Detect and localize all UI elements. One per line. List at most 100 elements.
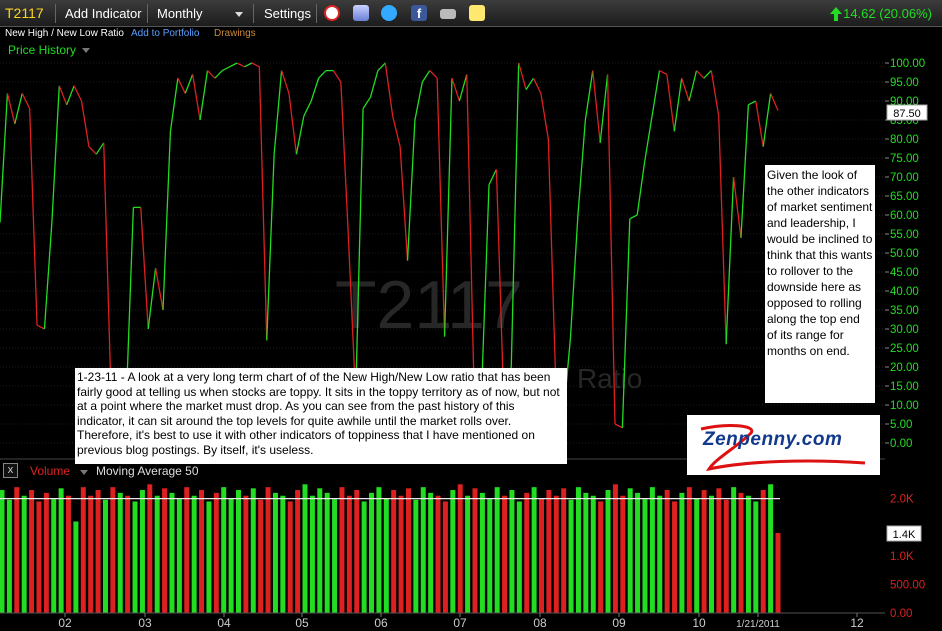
price-segment: [629, 214, 638, 220]
volume-bar: [479, 492, 485, 613]
volume-bar: [768, 484, 774, 613]
volume-bars: [0, 484, 781, 613]
volume-bar: [539, 498, 545, 613]
price-segment: [221, 66, 230, 72]
volume-bar: [369, 492, 375, 613]
price-segment: [399, 146, 409, 261]
volume-bar: [243, 495, 249, 613]
volume-bar: [568, 499, 574, 613]
volume-axis-label: 1.0K: [890, 551, 914, 563]
volume-bar: [102, 499, 108, 613]
volume-bar: [494, 487, 500, 613]
chevron-down-icon[interactable]: [80, 470, 88, 475]
volume-bar: [531, 487, 537, 613]
time-axis-label: 07: [453, 616, 467, 630]
price-segment: [599, 74, 609, 143]
price-segment: [703, 70, 712, 79]
volume-bar: [80, 487, 86, 613]
side-annotation: Given the look of the other indicators o…: [765, 165, 875, 403]
price-axis-label: 10.00: [890, 400, 919, 412]
price-segment: [755, 100, 764, 147]
volume-bar: [649, 487, 655, 613]
price-segment: [688, 70, 698, 102]
volume-bar: [672, 501, 678, 613]
volume-bar: [760, 490, 766, 613]
price-segment: [303, 100, 312, 117]
close-icon[interactable]: x: [3, 463, 18, 478]
price-segment: [73, 85, 83, 102]
price-segment: [569, 214, 579, 337]
volume-bar: [309, 495, 315, 613]
price-segment: [28, 108, 38, 326]
price-segment: [458, 74, 468, 102]
volume-bar: [561, 488, 567, 613]
volume-bar: [583, 492, 589, 613]
price-axis-label: 25.00: [890, 343, 919, 355]
time-axis-label: 10: [692, 616, 706, 630]
price-segment: [43, 222, 53, 330]
volume-bar: [346, 495, 352, 613]
price-segment: [673, 78, 683, 132]
price-segment: [184, 74, 194, 94]
volume-bar: [6, 499, 12, 613]
volume-bar: [413, 499, 419, 613]
price-segment: [414, 81, 423, 121]
volume-bar: [66, 495, 72, 613]
volume-bar: [176, 499, 182, 613]
price-segment: [266, 154, 275, 341]
volume-bar: [708, 495, 714, 613]
price-segment: [147, 268, 157, 330]
price-segment: [377, 62, 386, 72]
volume-bar: [95, 490, 101, 613]
price-segment: [273, 70, 283, 155]
price-axis-label: 0.00: [890, 438, 912, 450]
price-axis-label: 95.00: [890, 77, 919, 89]
price-segment: [406, 119, 416, 261]
volume-bar: [590, 495, 596, 613]
volume-bar: [679, 492, 685, 613]
volume-bar: [686, 487, 692, 613]
price-segment: [584, 70, 594, 121]
volume-bar: [472, 488, 478, 613]
price-segment: [21, 93, 31, 109]
price-segment: [525, 77, 535, 90]
price-segment: [80, 100, 90, 147]
volume-axis-label: 0.00: [890, 608, 912, 620]
price-segment: [392, 116, 401, 147]
price-segment: [207, 70, 216, 79]
price-axis-label: 15.00: [890, 381, 919, 393]
volume-bar: [657, 495, 663, 613]
price-segment: [88, 146, 97, 155]
price-segment: [666, 74, 675, 132]
time-axis-label: 12: [850, 616, 864, 630]
price-segment: [429, 70, 438, 79]
price-segment: [355, 108, 364, 398]
price-axis-label: 40.00: [890, 286, 919, 298]
volume-bar: [51, 499, 57, 613]
price-axis-label: 100.00: [890, 58, 925, 70]
price-segment: [362, 96, 372, 109]
price-segment: [384, 62, 394, 117]
volume-bar: [250, 488, 256, 613]
price-axis-label: 20.00: [890, 362, 919, 374]
price-segment: [651, 70, 661, 117]
volume-bar: [435, 495, 441, 613]
price-segment: [614, 423, 623, 429]
price-axis-label: 80.00: [890, 134, 919, 146]
volume-bar: [162, 488, 168, 613]
volume-bar: [664, 490, 670, 613]
volume-bar: [287, 501, 293, 613]
volume-bar: [88, 495, 94, 613]
volume-bar: [302, 484, 308, 613]
volume-bar: [332, 499, 338, 613]
price-segment: [532, 77, 542, 94]
time-axis-label: 02: [58, 616, 72, 630]
volume-bar: [265, 487, 271, 613]
volume-bar: [509, 490, 515, 613]
volume-bar: [117, 492, 123, 613]
volume-bar: [73, 521, 79, 613]
volume-bar: [213, 492, 219, 613]
volume-bar: [228, 498, 234, 613]
volume-bar: [716, 488, 722, 613]
price-segment: [732, 176, 742, 238]
